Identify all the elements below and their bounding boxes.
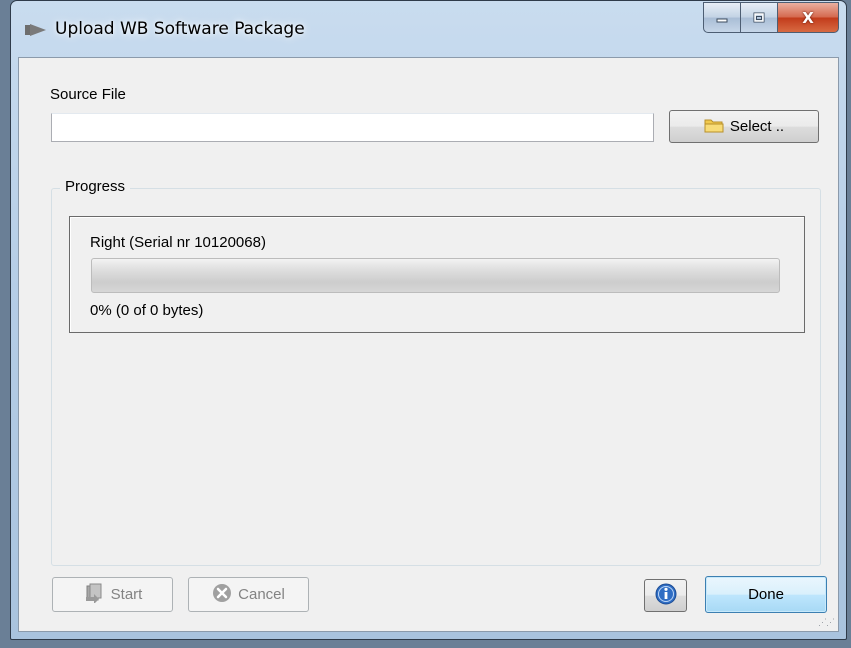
close-icon: X xyxy=(802,8,814,27)
folder-icon xyxy=(704,117,724,137)
select-button[interactable]: Select .. xyxy=(669,110,819,143)
done-button-label: Done xyxy=(748,586,784,603)
start-button-label: Start xyxy=(110,586,143,603)
cancel-x-icon xyxy=(212,583,232,607)
info-icon xyxy=(655,583,677,609)
caption-buttons: X xyxy=(703,2,839,33)
start-button[interactable]: Start xyxy=(52,577,173,612)
title-bar[interactable]: Upload WB Software Package X xyxy=(11,1,846,57)
close-button[interactable]: X xyxy=(777,2,839,33)
source-file-input[interactable] xyxy=(51,113,654,142)
upload-dialog-window: Upload WB Software Package X Source File xyxy=(10,0,847,640)
progress-group-title: Progress xyxy=(60,178,131,195)
cancel-button[interactable]: Cancel xyxy=(188,577,309,612)
maximize-icon xyxy=(753,12,765,22)
upload-progress-bar xyxy=(91,258,780,293)
resize-grip[interactable]: ⋰⋰ xyxy=(818,617,835,628)
cancel-button-label: Cancel xyxy=(238,586,285,603)
source-file-label: Source File xyxy=(50,86,126,103)
play-arrow-icon xyxy=(25,23,47,42)
select-button-label: Select .. xyxy=(729,118,785,135)
info-button[interactable] xyxy=(644,579,687,612)
dialog-body: Source File Select .. Progress Right (Se… xyxy=(18,57,839,632)
minimize-button[interactable] xyxy=(703,2,740,33)
minimize-icon xyxy=(716,18,728,22)
window-title: Upload WB Software Package xyxy=(55,19,305,39)
maximize-button[interactable] xyxy=(740,2,777,33)
upload-package-icon xyxy=(83,583,105,607)
device-name: Right (Serial nr 10120068) xyxy=(90,234,266,251)
progress-status-text: 0% (0 of 0 bytes) xyxy=(90,302,204,319)
done-button[interactable]: Done xyxy=(705,576,827,613)
